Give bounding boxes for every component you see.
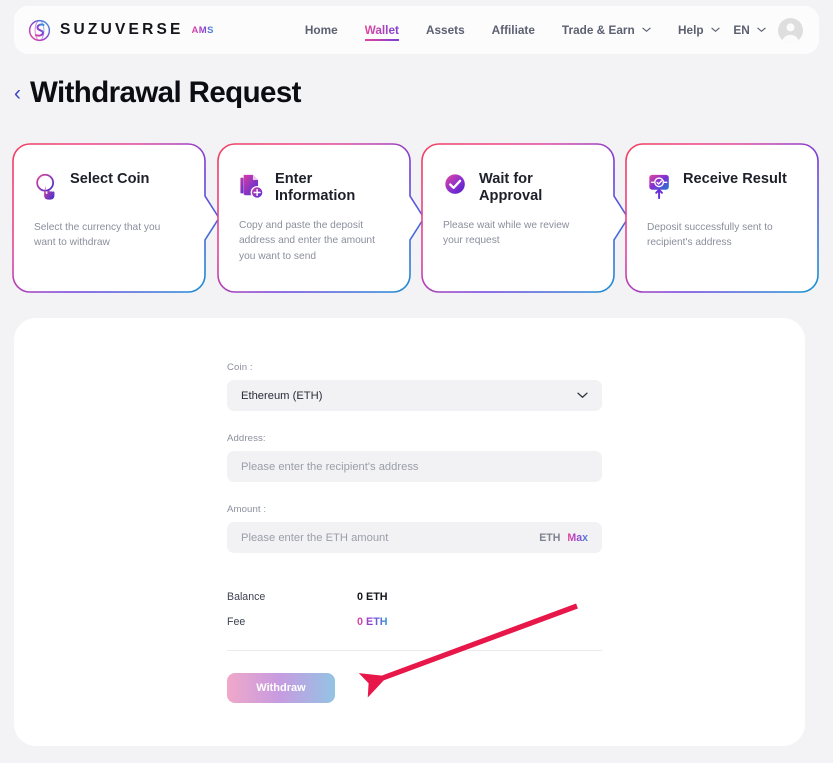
step-card-head: Select Coin — [34, 171, 185, 200]
step-card-body: Select Coin Select the currency that you… — [12, 143, 207, 293]
brand[interactable]: SUZUVERSE AMS — [28, 19, 214, 42]
coin-field-label: Coin : — [227, 362, 602, 373]
user-avatar-icon — [778, 18, 803, 43]
avatar[interactable] — [778, 18, 803, 43]
coin-select[interactable]: Ethereum (ETH) — [227, 380, 602, 411]
step-card-enter-information: Enter Information Copy and paste the dep… — [217, 143, 412, 293]
nav-item-affiliate[interactable]: Affiliate — [492, 23, 535, 37]
page-title-row: ‹ Withdrawal Request — [14, 76, 301, 110]
step-card-body: Enter Information Copy and paste the dep… — [217, 143, 412, 293]
amount-input-suffix: ETH Max — [539, 532, 588, 544]
top-header: SUZUVERSE AMS Home Wallet Assets Affilia… — [14, 6, 819, 54]
step-card-desc: Deposit successfully sent to recipient's… — [647, 220, 792, 251]
amount-field-label: Amount : — [227, 504, 602, 515]
step-card-title: Receive Result — [683, 171, 787, 188]
step-card-wait-for-approval: Wait for Approval Please wait while we r… — [421, 143, 616, 293]
step-card-desc: Select the currency that you want to wit… — [34, 220, 179, 251]
step-card-body: Wait for Approval Please wait while we r… — [421, 143, 616, 293]
nav-item-help[interactable]: Help — [678, 23, 720, 37]
nav-item-home[interactable]: Home — [305, 23, 338, 37]
step-card-title: Wait for Approval — [479, 171, 589, 205]
nav-item-wallet[interactable]: Wallet — [365, 23, 399, 37]
chevron-down-icon — [642, 27, 651, 33]
brand-subtitle: AMS — [192, 25, 214, 36]
page-title: Withdrawal Request — [30, 76, 301, 110]
receive-result-icon — [647, 172, 673, 200]
amount-unit-label: ETH — [539, 532, 560, 544]
step-card-title: Select Coin — [70, 171, 149, 188]
main-nav: Home Wallet Assets Affiliate Trade & Ear… — [305, 23, 720, 37]
withdrawal-form: Coin : Ethereum (ETH) Address: Please en… — [227, 362, 602, 703]
chevron-down-icon — [757, 27, 766, 33]
suzuverse-globe-logo-icon — [28, 19, 51, 42]
summary-value: 0 ETH — [357, 616, 388, 628]
step-card-head: Wait for Approval — [443, 171, 594, 205]
nav-item-help-label: Help — [678, 23, 704, 37]
amount-input-placeholder: Please enter the ETH amount — [241, 532, 388, 544]
steps-stepper: Select Coin Select the currency that you… — [12, 143, 821, 293]
spacer — [227, 482, 602, 504]
brand-name: SUZUVERSE — [60, 21, 184, 39]
language-selector[interactable]: EN — [733, 23, 766, 37]
amount-input-wrapper[interactable]: Please enter the ETH amount ETH Max — [227, 522, 602, 553]
step-card-body: Receive Result Deposit successfully sent… — [625, 143, 820, 293]
address-input-wrapper[interactable]: Please enter the recipient's address — [227, 451, 602, 482]
chevron-down-icon — [711, 27, 720, 33]
address-input-placeholder: Please enter the recipient's address — [241, 461, 419, 473]
step-card-head: Enter Information — [239, 171, 390, 205]
amount-max-button[interactable]: Max — [567, 532, 588, 544]
withdrawal-form-panel: Coin : Ethereum (ETH) Address: Please en… — [14, 318, 805, 746]
chevron-down-icon — [577, 392, 588, 399]
wait-for-approval-icon — [443, 172, 469, 200]
withdraw-button[interactable]: Withdraw — [227, 673, 335, 703]
spacer — [227, 411, 602, 433]
nav-item-trade-and-earn-label: Trade & Earn — [562, 23, 635, 37]
nav-item-affiliate-label: Affiliate — [492, 23, 535, 37]
summary-key: Fee — [227, 616, 357, 628]
nav-item-home-label: Home — [305, 23, 338, 37]
back-chevron-left-icon[interactable]: ‹ — [14, 83, 21, 104]
step-card-head: Receive Result — [647, 171, 798, 200]
summary-row-balance: Balance 0 ETH — [227, 584, 602, 609]
summary-list: Balance 0 ETH Fee 0 ETH — [227, 584, 602, 634]
summary-row-fee: Fee 0 ETH — [227, 609, 602, 634]
select-coin-icon — [34, 172, 60, 200]
summary-key: Balance — [227, 591, 357, 603]
withdraw-button-label: Withdraw — [256, 682, 305, 694]
nav-item-wallet-label: Wallet — [365, 23, 399, 37]
enter-information-icon — [239, 172, 265, 200]
step-card-title: Enter Information — [275, 171, 385, 205]
nav-item-trade-and-earn[interactable]: Trade & Earn — [562, 23, 651, 37]
nav-item-assets[interactable]: Assets — [426, 23, 465, 37]
step-card-receive-result: Receive Result Deposit successfully sent… — [625, 143, 820, 293]
step-card-desc: Copy and paste the deposit address and e… — [239, 218, 384, 264]
summary-value: 0 ETH — [357, 591, 388, 603]
coin-select-value: Ethereum (ETH) — [241, 390, 322, 402]
language-selector-label: EN — [733, 23, 749, 37]
step-card-select-coin: Select Coin Select the currency that you… — [12, 143, 207, 293]
header-right-cluster: EN — [733, 18, 803, 43]
step-card-desc: Please wait while we review your request — [443, 218, 588, 249]
address-field-label: Address: — [227, 433, 602, 444]
nav-item-assets-label: Assets — [426, 23, 465, 37]
form-divider — [227, 650, 602, 651]
